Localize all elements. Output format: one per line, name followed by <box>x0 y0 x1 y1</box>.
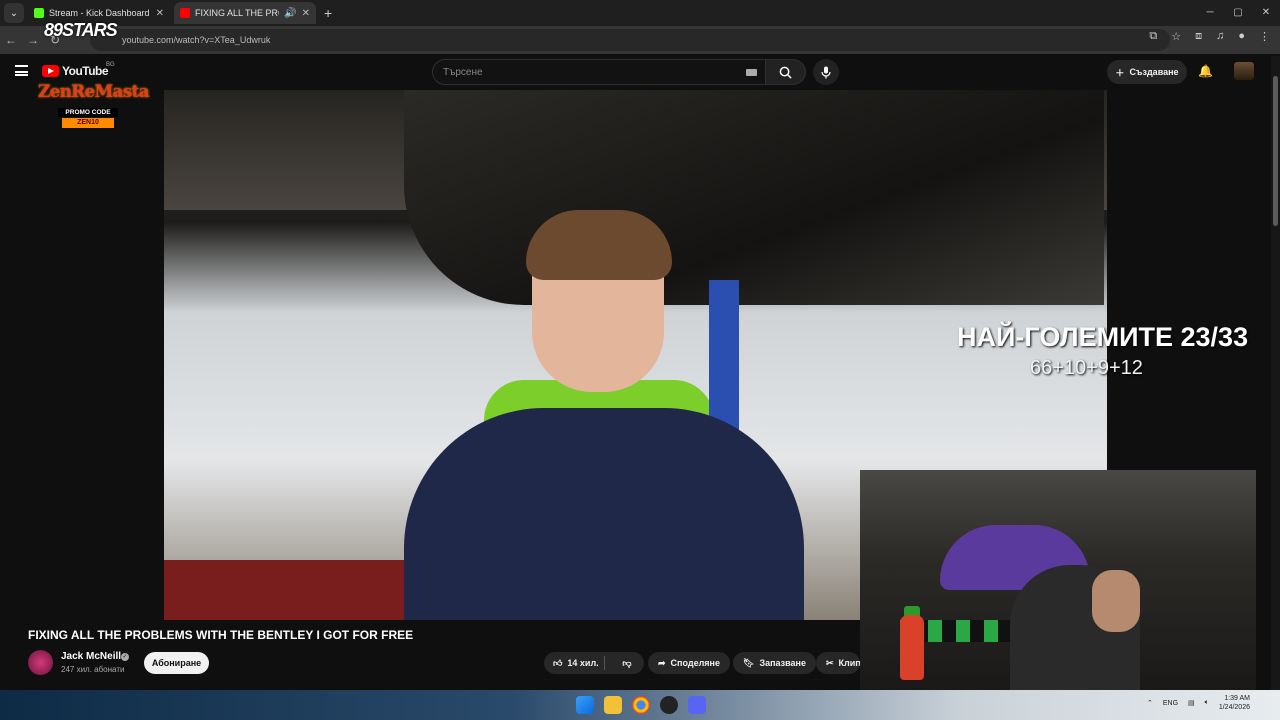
tab-title: Stream - Kick Dashboard <box>49 8 150 18</box>
promo-code-label: PROMO CODE <box>58 108 118 117</box>
clip-button[interactable]: ✂ Клип <box>816 652 860 674</box>
close-window-icon[interactable]: ✕ <box>1252 0 1280 26</box>
search-placeholder: Търсене <box>443 66 483 78</box>
plus-icon: ＋ <box>1115 67 1125 78</box>
clock[interactable]: 1:39 AM 1/24/2026 <box>1219 694 1250 712</box>
discord-icon[interactable] <box>688 696 706 714</box>
system-tray: ⌃ ENG ▤ 🔈︎ 1:39 AM 1/24/2026 <box>1147 694 1250 712</box>
stream-overlay-subline: 66+10+9+12 <box>1030 357 1143 379</box>
scrollbar-thumb[interactable] <box>1273 76 1278 226</box>
share-icon: ➦ <box>658 657 666 668</box>
browser-tab-bar: ⌄ Stream - Kick Dashboard ✕ FIXING ALL T… <box>0 0 1280 26</box>
create-button[interactable]: ＋ Създаване <box>1107 60 1187 84</box>
install-app-icon[interactable]: ⧉ <box>1149 30 1157 43</box>
share-label: Споделяне <box>670 658 720 668</box>
channel-avatar[interactable] <box>28 650 53 675</box>
channel-name[interactable]: Jack McNeill <box>61 651 121 662</box>
voice-search-button[interactable] <box>813 59 839 85</box>
tab-list-button[interactable]: ⌄ <box>4 3 24 23</box>
audio-icon[interactable]: 🔊 <box>284 8 296 19</box>
media-control-icon[interactable]: ♫ <box>1216 30 1224 43</box>
hamburger-menu-icon[interactable] <box>15 65 28 76</box>
sponsor-promo-overlay: 89STARS ZenReMasta PROMO CODE ZEN10 <box>30 20 150 136</box>
tray-chevron-icon[interactable]: ⌃ <box>1147 699 1153 707</box>
create-label: Създаване <box>1129 67 1179 77</box>
video-title: FIXING ALL THE PROBLEMS WITH THE BENTLEY… <box>28 628 414 642</box>
youtube-header: YouTube BG Търсене ＋ Създаване 🔔 <box>0 54 1280 90</box>
promo-code-value: ZEN10 <box>62 118 114 128</box>
verified-check-icon: ✓ <box>121 653 129 661</box>
like-button[interactable]: 👍︎ 14 хил. <box>544 656 605 670</box>
back-icon[interactable]: ← <box>0 33 22 47</box>
chrome-icon[interactable] <box>632 696 650 714</box>
streamer-webcam <box>860 470 1256 690</box>
save-button[interactable]: 🔖︎ Запазване <box>733 652 816 674</box>
webcam-streamer-face <box>1092 570 1140 632</box>
more-menu-icon[interactable]: ⋮ <box>1259 30 1270 43</box>
address-bar-row: ← → ↻ youtube.com/watch?v=XTea_Udwruk ⧉ … <box>0 26 1280 54</box>
subscriber-count: 247 хил. абонати <box>61 665 125 674</box>
share-button[interactable]: ➦ Споделяне <box>648 652 730 674</box>
thumbs-down-icon: 👎︎ <box>622 657 632 668</box>
search-button[interactable] <box>766 59 806 85</box>
minimize-icon[interactable]: ─ <box>1196 0 1224 26</box>
new-tab-icon[interactable]: + <box>324 5 332 21</box>
youtube-favicon-icon <box>180 8 190 18</box>
stream-overlay-headline: НАЙ-ГОЛЕМИТЕ 23/33 <box>957 322 1249 352</box>
notifications-bell-icon[interactable]: 🔔 <box>1198 64 1213 78</box>
search-input[interactable]: Търсене <box>432 59 766 85</box>
bookmark-star-icon[interactable]: ☆ <box>1171 30 1181 43</box>
taskbar-apps <box>576 696 706 714</box>
network-icon[interactable]: ▤ <box>1188 699 1195 707</box>
keyboard-icon[interactable] <box>746 69 757 76</box>
account-avatar[interactable] <box>1234 62 1254 80</box>
subscribe-button[interactable]: Абониране <box>144 652 209 674</box>
save-label: Запазване <box>759 658 806 668</box>
like-count: 14 хил. <box>567 658 599 668</box>
video-frame-presenter-body <box>404 408 804 620</box>
maximize-icon[interactable]: ▢ <box>1224 0 1252 26</box>
webcam-drink-bottle <box>900 615 924 680</box>
dislike-button[interactable]: 👎︎ <box>610 658 644 669</box>
volume-icon[interactable]: 🔈︎ <box>1205 699 1209 707</box>
scissors-icon: ✂ <box>826 657 834 668</box>
file-explorer-icon[interactable] <box>604 696 622 714</box>
bookmark-icon: 🔖︎ <box>743 657 755 668</box>
tab-title: FIXING ALL THE PROBLEMS <box>195 8 279 18</box>
toolbar-icons: ⧉ ☆ ⧈ ♫ ● ⋮ <box>1149 30 1270 43</box>
microphone-icon <box>821 66 831 78</box>
profile-icon[interactable]: ● <box>1238 30 1245 43</box>
language-indicator[interactable]: ENG <box>1163 700 1178 707</box>
obs-icon[interactable] <box>660 696 678 714</box>
sponsor-brand-text: ZenReMasta <box>38 82 150 102</box>
sponsor-logo-text: 89STARS <box>44 20 118 40</box>
thumbs-up-icon: 👍︎ <box>553 657 563 668</box>
close-tab-icon[interactable]: ✕ <box>302 8 310 19</box>
video-frame-car-underside <box>404 90 1104 305</box>
close-tab-icon[interactable]: ✕ <box>156 8 164 19</box>
page-scrollbar[interactable] <box>1271 56 1280 690</box>
url-field[interactable]: youtube.com/watch?v=XTea_Udwruk <box>90 29 1170 51</box>
search-icon <box>779 66 792 79</box>
like-dislike-group: 👍︎ 14 хил. 👎︎ <box>544 652 644 674</box>
tab-youtube-video[interactable]: FIXING ALL THE PROBLEMS 🔊 ✕ <box>174 2 316 24</box>
extensions-icon[interactable]: ⧈ <box>1195 30 1202 43</box>
windows-taskbar: ⌃ ENG ▤ 🔈︎ 1:39 AM 1/24/2026 <box>0 690 1280 720</box>
windows-start-icon[interactable] <box>576 696 594 714</box>
window-controls: ─ ▢ ✕ <box>1196 0 1280 26</box>
kick-favicon-icon <box>34 8 44 18</box>
video-frame-tool-bench <box>164 560 404 620</box>
clip-label: Клип <box>838 658 860 668</box>
clock-date: 1/24/2026 <box>1218 704 1250 711</box>
video-frame-presenter-hair <box>526 210 672 280</box>
clock-time: 1:39 AM <box>1224 695 1250 702</box>
